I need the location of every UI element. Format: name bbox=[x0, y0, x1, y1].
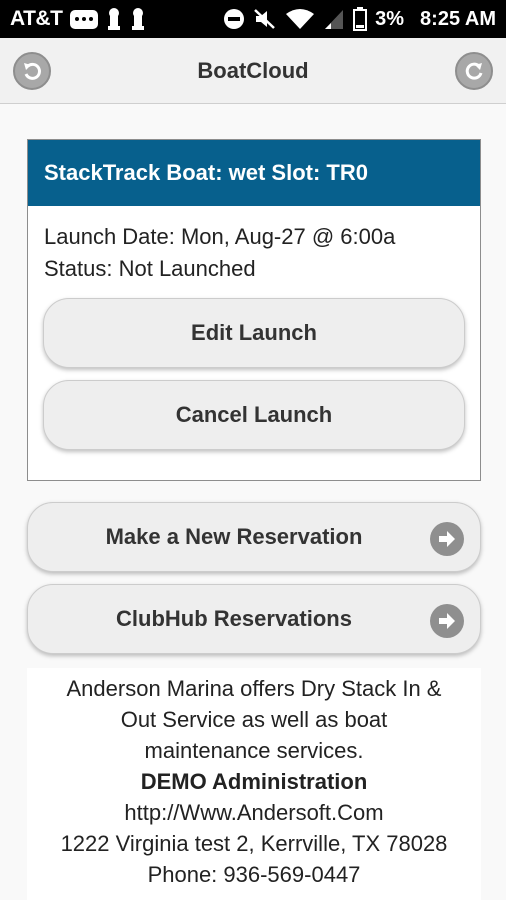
status-bar-right: 3% 8:25 AM bbox=[223, 7, 496, 31]
clubhub-reservations-label: ClubHub Reservations bbox=[116, 606, 352, 631]
wifi-icon bbox=[285, 8, 315, 30]
keyhole-icon bbox=[106, 7, 122, 31]
clubhub-reservations-button[interactable]: ClubHub Reservations bbox=[27, 584, 481, 654]
make-reservation-label: Make a New Reservation bbox=[105, 524, 363, 549]
arrow-right-icon bbox=[430, 604, 464, 638]
edit-launch-button[interactable]: Edit Launch bbox=[43, 298, 465, 368]
make-reservation-button[interactable]: Make a New Reservation bbox=[27, 502, 481, 572]
address: 1222 Virginia test 2, Kerrville, TX 7802… bbox=[60, 831, 448, 856]
do-not-disturb-icon bbox=[223, 8, 245, 30]
keyhole-icon bbox=[130, 7, 146, 31]
info-line: Anderson Marina offers Dry Stack In & bbox=[66, 676, 442, 701]
carrier-label: AT&T bbox=[10, 7, 63, 30]
cell-signal-icon bbox=[323, 8, 345, 30]
info-line: maintenance services. bbox=[144, 738, 364, 763]
arrow-right-icon bbox=[430, 522, 464, 556]
company-name: DEMO Administration bbox=[140, 769, 368, 794]
refresh-icon bbox=[465, 62, 483, 80]
back-button[interactable] bbox=[13, 52, 51, 90]
website-link[interactable]: http://Www.Andersoft.Com bbox=[27, 797, 481, 828]
cancel-launch-button[interactable]: Cancel Launch bbox=[43, 380, 465, 450]
launch-date: Launch Date: Mon, Aug-27 @ 6:00a bbox=[44, 224, 396, 249]
launch-card: StackTrack Boat: wet Slot: TR0 Launch Da… bbox=[27, 139, 481, 481]
clock: 8:25 AM bbox=[420, 7, 496, 30]
marina-info: Anderson Marina offers Dry Stack In & Ou… bbox=[27, 668, 481, 900]
page-title: BoatCloud bbox=[197, 58, 309, 83]
phone: Phone: 936-569-0447 bbox=[147, 862, 361, 887]
app-header: BoatCloud bbox=[0, 38, 506, 104]
card-title: StackTrack Boat: wet Slot: TR0 bbox=[28, 140, 480, 206]
battery-percent: 3% bbox=[375, 7, 405, 30]
message-icon bbox=[70, 9, 99, 29]
back-arrow-icon bbox=[24, 62, 41, 80]
info-line: Out Service as well as boat bbox=[120, 707, 388, 732]
battery-icon bbox=[353, 7, 368, 31]
refresh-button[interactable] bbox=[455, 52, 493, 90]
launch-status: Status: Not Launched bbox=[44, 256, 256, 281]
mute-icon bbox=[253, 8, 277, 30]
status-bar: AT&T 3% 8:25 AM bbox=[0, 0, 506, 38]
status-bar-left: AT&T bbox=[10, 7, 146, 31]
